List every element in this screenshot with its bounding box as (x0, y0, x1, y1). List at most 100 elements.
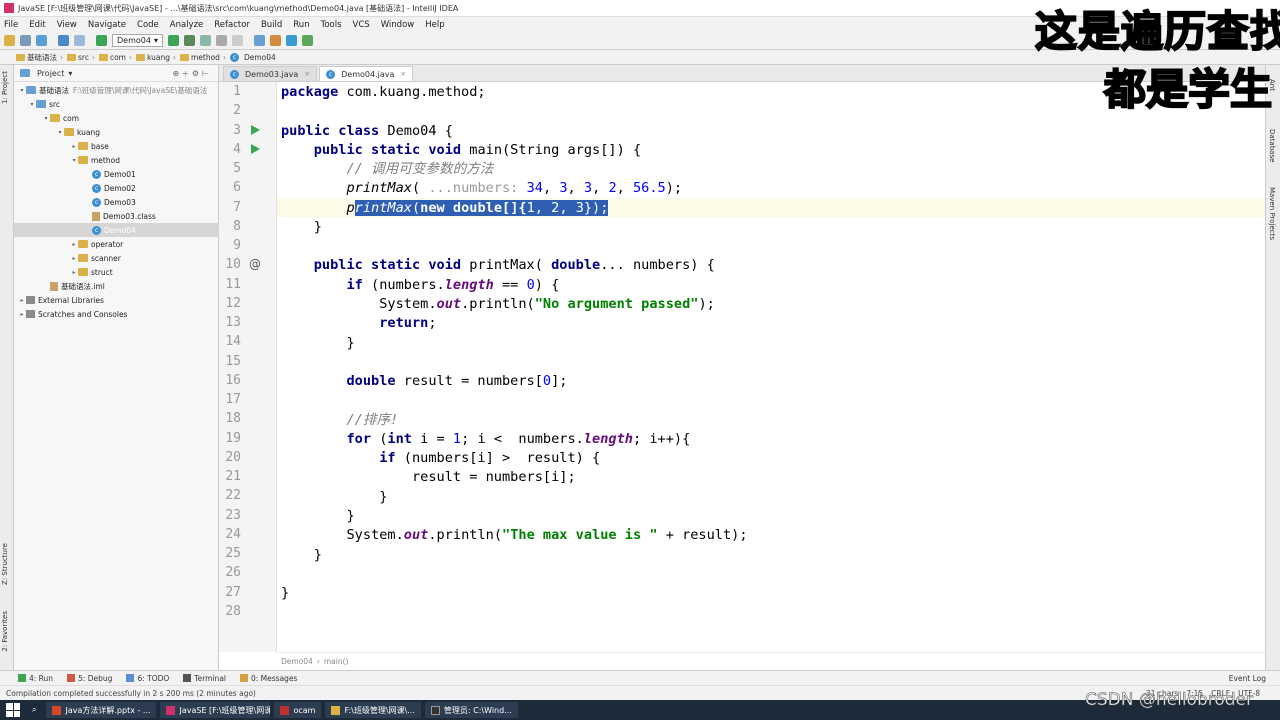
tree-item[interactable]: Demo03.class (14, 209, 219, 223)
chevron-down-icon[interactable]: ▾ (18, 87, 26, 94)
favorites-tool-button[interactable]: 2: Favorites (1, 611, 9, 652)
task-cmd[interactable]: 管理员: C:\Wind... (424, 702, 518, 718)
chevron-down-icon[interactable]: ▾ (56, 129, 64, 136)
tab-demo03[interactable]: c Demo03.java × (223, 66, 318, 81)
tree-item[interactable]: c Demo03 (14, 195, 219, 209)
chevron-down-icon[interactable]: ▾ (42, 115, 50, 122)
menu-window[interactable]: Window (381, 20, 415, 30)
chevron-right-icon[interactable]: ▸ (18, 311, 26, 318)
code-editor[interactable]: package com.kuang.method; public class D… (277, 82, 1265, 652)
nav-crumb-kuang[interactable]: kuang (135, 53, 170, 62)
todo-tool-window[interactable]: 6: TODO (126, 674, 169, 683)
crumb-class[interactable]: Demo04 (281, 657, 313, 666)
crumb-method[interactable]: main() (324, 657, 349, 666)
debug-tool-window[interactable]: 5: Debug (67, 674, 112, 683)
maven-tool-button[interactable]: Maven Projects (1268, 187, 1276, 240)
run-gutter-icon[interactable] (250, 144, 260, 154)
menu-navigate[interactable]: Navigate (88, 20, 126, 30)
project-structure-icon[interactable] (253, 35, 265, 46)
tree-item[interactable]: ▸ Scratches and Consoles (14, 307, 219, 321)
coverage-icon[interactable] (199, 35, 211, 46)
project-panel-title[interactable]: Project (37, 69, 64, 78)
tree-item[interactable]: c Demo02 (14, 181, 219, 195)
run-tool-window[interactable]: 4: Run (18, 674, 53, 683)
vcs-icon[interactable] (301, 35, 313, 46)
tree-item[interactable]: ▸ operator (14, 237, 219, 251)
chevron-down-icon[interactable]: ▾ (28, 101, 36, 108)
tree-item[interactable]: ▸ scanner (14, 251, 219, 265)
terminal-tool-window[interactable]: Terminal (183, 674, 226, 683)
gear-icon[interactable]: ⚙ (192, 69, 202, 78)
tree-item[interactable]: ▸ struct (14, 265, 219, 279)
menu-vcs[interactable]: VCS (353, 20, 370, 30)
chevron-right-icon[interactable]: ▸ (70, 143, 78, 150)
chevron-down-icon[interactable]: ▾ (70, 157, 78, 164)
tree-item[interactable]: ▸ base (14, 139, 219, 153)
menu-tools[interactable]: Tools (321, 20, 342, 30)
nav-crumb-com[interactable]: com (98, 53, 126, 62)
task-ocam[interactable]: ocam (274, 702, 322, 718)
nav-crumb-method[interactable]: method (179, 53, 220, 62)
search-icon[interactable]: ⌕ (32, 705, 36, 715)
menu-help[interactable]: Help (425, 20, 444, 30)
stop-icon[interactable] (231, 35, 243, 46)
menu-build[interactable]: Build (261, 20, 282, 30)
tree-item[interactable]: ▾ kuang (14, 125, 219, 139)
database-tool-button[interactable]: Database (1268, 129, 1276, 162)
chevron-down-icon[interactable]: ▾ (68, 69, 72, 78)
save-all-icon[interactable] (20, 35, 31, 46)
hide-icon[interactable]: ⊢ (202, 69, 212, 78)
menu-code[interactable]: Code (137, 20, 159, 30)
close-icon[interactable]: × (400, 70, 406, 78)
debug-icon[interactable] (183, 35, 195, 46)
event-log-tool-window[interactable]: Event Log (1229, 674, 1266, 683)
menu-run[interactable]: Run (293, 20, 309, 30)
windows-start-icon[interactable] (6, 703, 20, 717)
tree-item[interactable]: ▸ External Libraries (14, 293, 219, 307)
chevron-right-icon[interactable]: ▸ (70, 255, 78, 262)
profile-icon[interactable] (215, 35, 227, 46)
task-powerpoint[interactable]: Java方法详解.pptx - ... (46, 702, 157, 718)
locate-icon[interactable]: ⊕ (172, 69, 182, 78)
forward-icon[interactable] (74, 35, 85, 46)
sdk-icon[interactable] (285, 35, 297, 46)
menu-analyze[interactable]: Analyze (170, 20, 204, 30)
tree-item[interactable]: ▾ method (14, 153, 219, 167)
tree-item[interactable]: 基础语法.iml (14, 279, 219, 293)
messages-tool-window[interactable]: 0: Messages (240, 674, 297, 683)
nav-crumb-module[interactable]: 基础语法 (16, 52, 57, 63)
menu-view[interactable]: View (57, 20, 77, 30)
open-folder-icon[interactable] (4, 35, 15, 46)
close-icon[interactable]: × (304, 70, 310, 78)
tree-item[interactable]: c Demo01 (14, 167, 219, 181)
subtitle-overlay-line1: 这是遍历查找 (1034, 6, 1280, 57)
build-icon[interactable] (96, 35, 107, 46)
tree-item[interactable]: ▾ src (14, 97, 219, 111)
chevron-right-icon[interactable]: ▸ (18, 297, 26, 304)
tree-item[interactable]: c Demo04 (14, 223, 219, 237)
tree-item[interactable]: ▾ com (14, 111, 219, 125)
tree-item[interactable]: ▾ 基础语法 F:\班级管理\网课\代码\JavaSE\基础语法 (14, 83, 219, 97)
run-icon[interactable] (167, 35, 179, 46)
status-message[interactable]: Compilation completed successfully in 2 … (6, 689, 256, 698)
run-gutter-icon[interactable] (250, 125, 260, 135)
settings-icon[interactable] (269, 35, 281, 46)
structure-tool-button[interactable]: Z: Structure (1, 543, 9, 585)
menu-file[interactable]: File (4, 20, 18, 30)
nav-crumb-demo04[interactable]: c Demo04 (229, 52, 276, 62)
collapse-icon[interactable]: ÷ (182, 69, 192, 78)
task-intellij[interactable]: JavaSE [F:\班级管理\网课\... (160, 702, 271, 718)
chevron-right-icon[interactable]: ▸ (70, 241, 78, 248)
menu-refactor[interactable]: Refactor (214, 20, 250, 30)
sync-icon[interactable] (36, 35, 47, 46)
menu-edit[interactable]: Edit (29, 20, 45, 30)
run-config-select[interactable]: Demo04 ▾ (112, 34, 163, 47)
nav-crumb-src[interactable]: src (67, 53, 89, 62)
task-explorer[interactable]: F:\班级管理\网课\... (325, 702, 421, 718)
package-folder-icon (78, 240, 88, 248)
project-tool-button[interactable]: 1: Project (1, 71, 9, 104)
tab-demo04[interactable]: c Demo04.java × (319, 66, 414, 81)
at-annotation-icon[interactable]: @ (249, 257, 261, 271)
back-icon[interactable] (58, 35, 69, 46)
chevron-right-icon[interactable]: ▸ (70, 269, 78, 276)
